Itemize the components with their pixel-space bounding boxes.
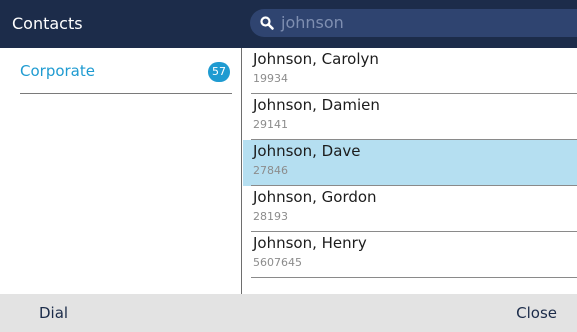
contact-row[interactable]: Johnson, Dave 27846 xyxy=(243,140,577,186)
group-count-badge: 57 xyxy=(208,62,230,82)
contact-row[interactable]: Johnson, Damien 29141 xyxy=(243,94,577,140)
contact-row[interactable]: Johnson, Henry 5607645 xyxy=(243,232,577,278)
contact-number: 27846 xyxy=(253,164,288,177)
contact-number: 5607645 xyxy=(253,256,302,269)
group-item-corporate[interactable]: Corporate 57 xyxy=(20,48,232,94)
contact-name: Johnson, Damien xyxy=(253,96,380,114)
contact-name: Johnson, Henry xyxy=(253,234,367,252)
group-label: Corporate xyxy=(20,62,95,80)
softkey-bar: Dial Close xyxy=(0,294,577,332)
page-title: Contacts xyxy=(12,14,83,33)
contact-number: 28193 xyxy=(253,210,288,223)
contact-number: 29141 xyxy=(253,118,288,131)
dial-button[interactable]: Dial xyxy=(39,304,68,322)
close-button[interactable]: Close xyxy=(516,304,557,322)
group-list: Corporate 57 xyxy=(0,48,242,294)
header-bar: Contacts johnson xyxy=(0,0,577,48)
contact-row[interactable]: Johnson, Carolyn 19934 xyxy=(243,48,577,94)
contact-list: Johnson, Carolyn 19934 Johnson, Damien 2… xyxy=(243,48,577,294)
search-icon xyxy=(260,16,274,30)
contact-name: Johnson, Gordon xyxy=(253,188,377,206)
search-query: johnson xyxy=(281,13,344,32)
contact-name: Johnson, Carolyn xyxy=(253,50,379,68)
contact-name: Johnson, Dave xyxy=(253,142,361,160)
contact-row[interactable]: Johnson, Gordon 28193 xyxy=(243,186,577,232)
contact-number: 19934 xyxy=(253,72,288,85)
search-input[interactable]: johnson xyxy=(250,9,577,37)
